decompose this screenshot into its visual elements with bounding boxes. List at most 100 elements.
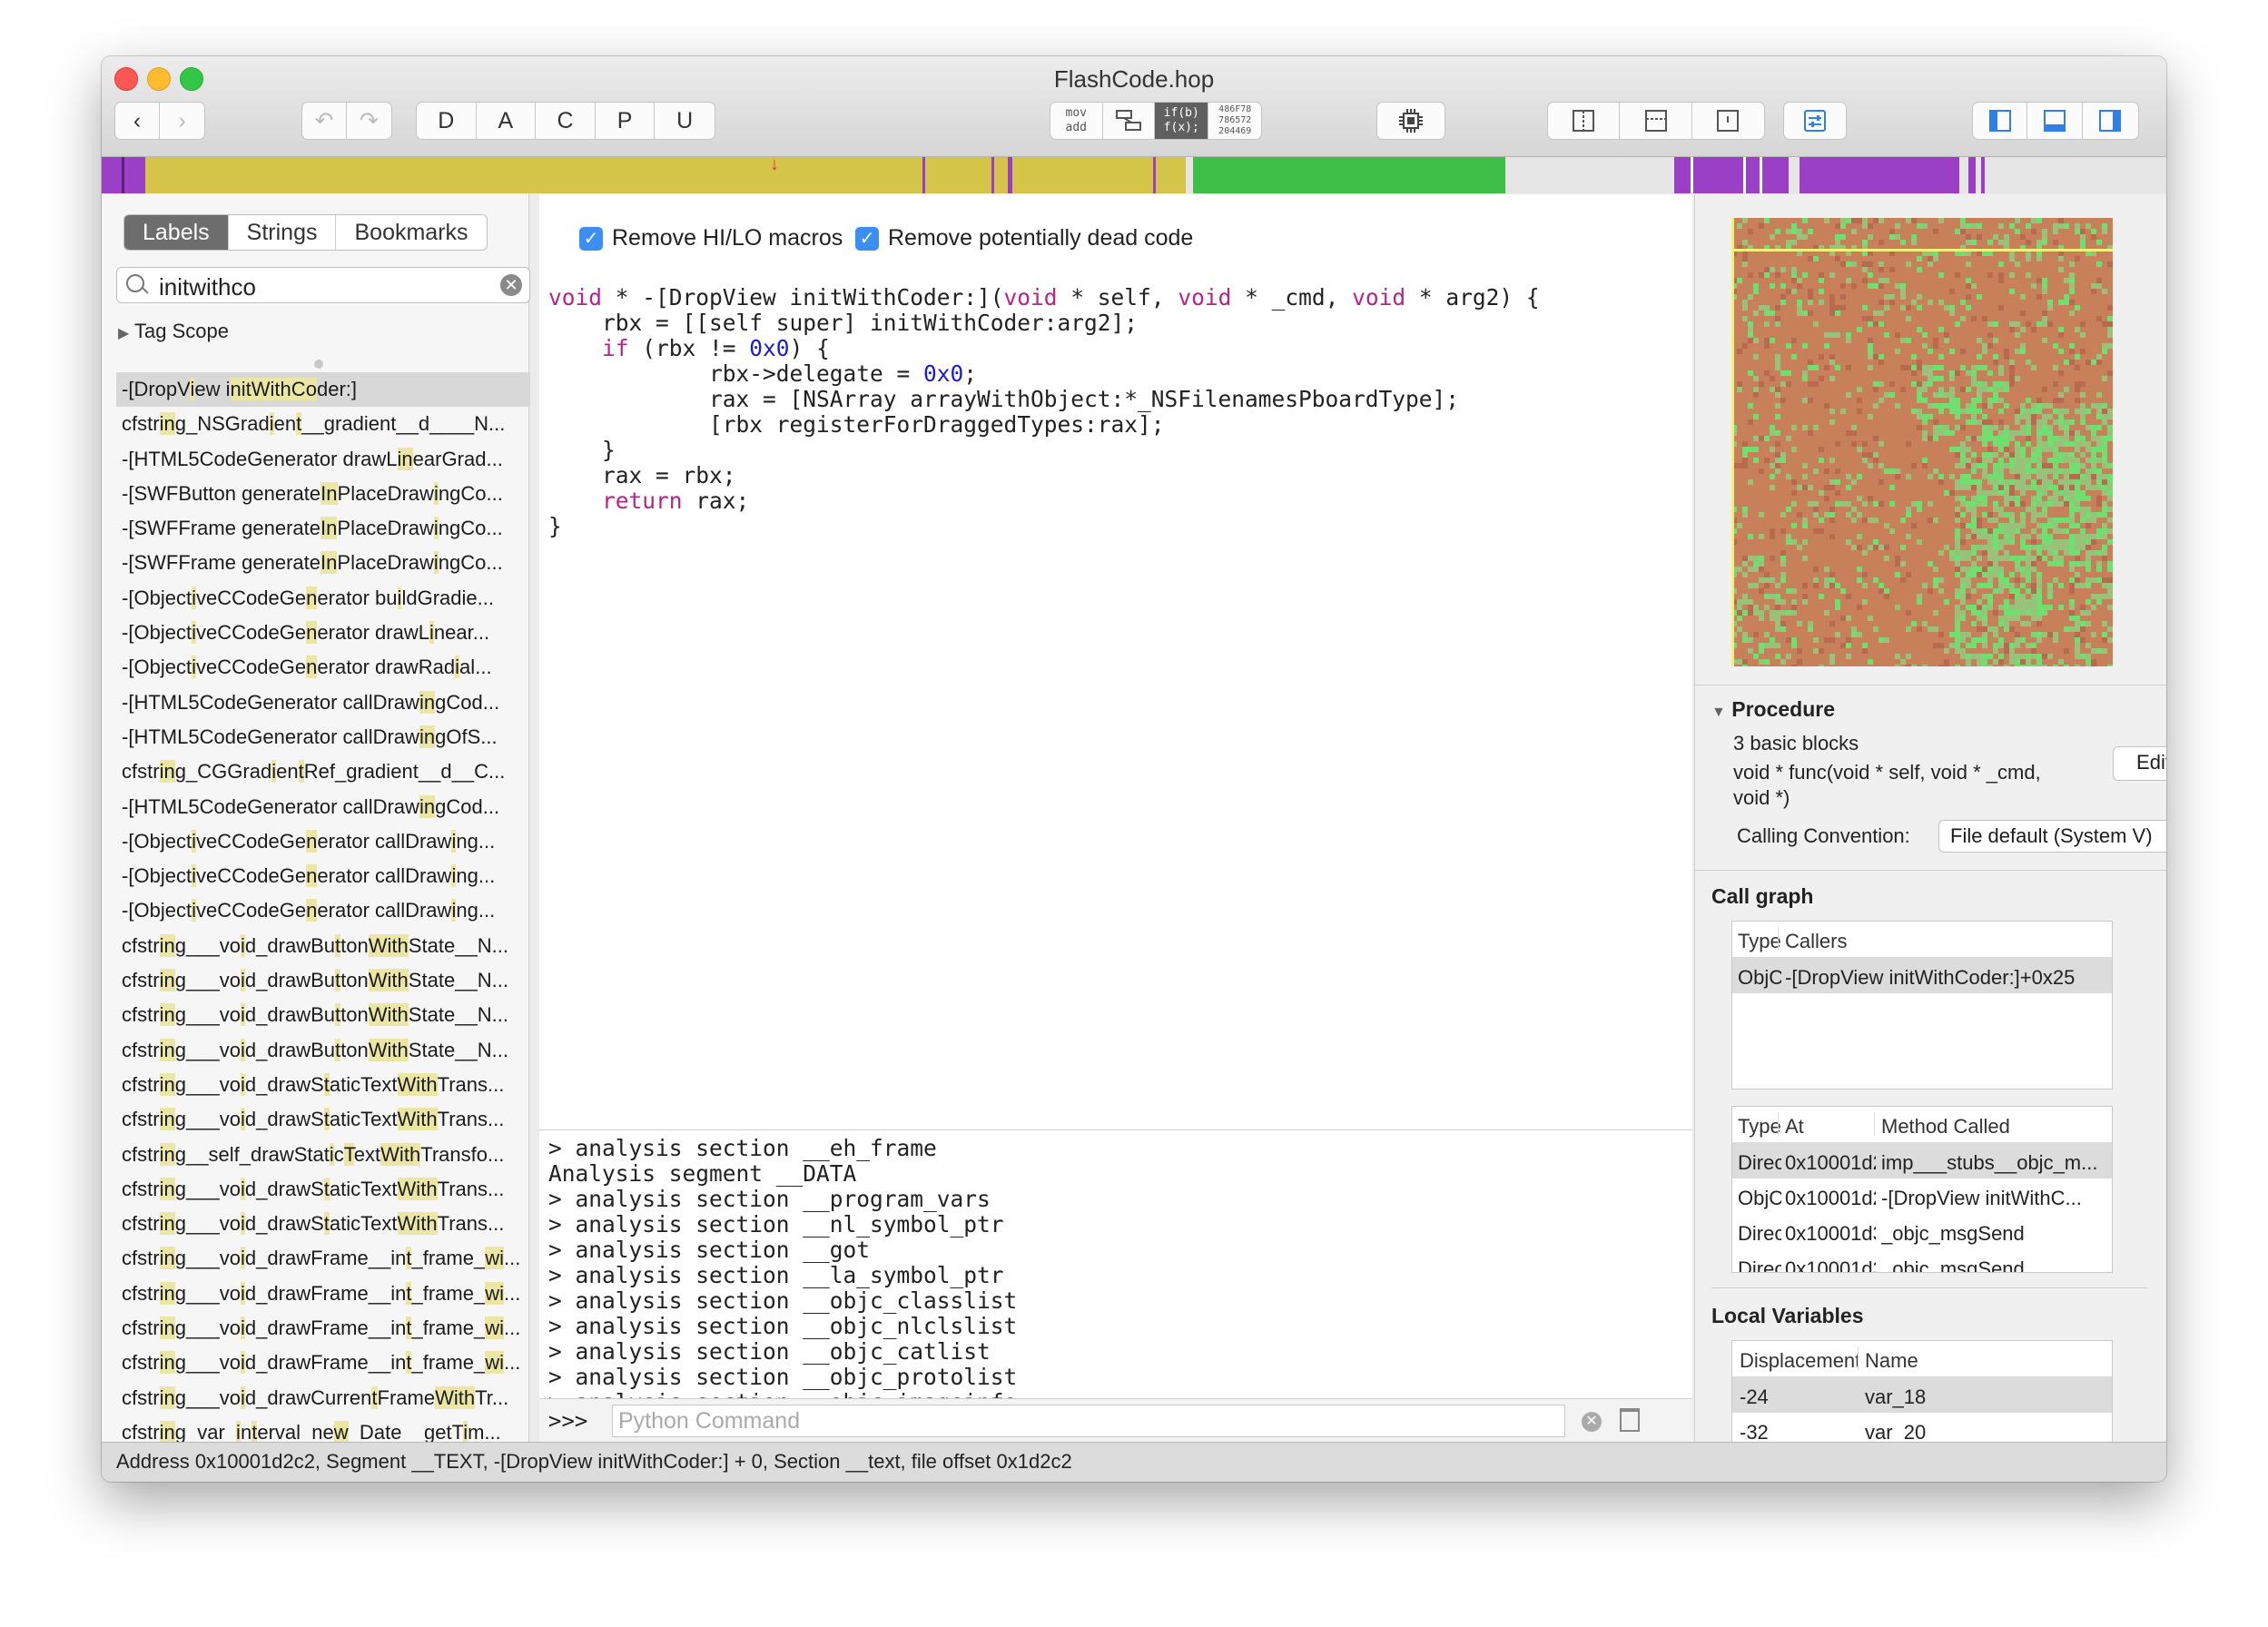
callees-table[interactable]: TypeAtMethod Called Direct0x10001d2e7imp_… <box>1731 1106 2113 1273</box>
label-list-item[interactable]: cfstring_CGGradientRef_gradient__d__C... <box>116 754 530 789</box>
calling-convention-select[interactable]: File default (System V) ▴▾ <box>1938 820 2166 853</box>
back-button[interactable]: ‹ <box>115 103 161 139</box>
table-row[interactable]: -24 var_18 <box>1732 1377 2112 1413</box>
label-list-item[interactable]: cfstring___void_drawButtonWithState__N..… <box>116 998 530 1032</box>
column-header[interactable]: Callers <box>1785 930 2103 953</box>
label-list-item[interactable]: cfstring___void_drawFrame__int_frame_wi.… <box>116 1346 530 1380</box>
label-list-item[interactable]: -[ObjectiveCCodeGenerator drawRadial... <box>116 650 530 685</box>
table-row[interactable]: -32 var_20 <box>1732 1413 2112 1442</box>
single-view-button[interactable] <box>1692 103 1764 139</box>
undo-button[interactable]: ↶ <box>302 103 348 139</box>
label-list-item[interactable]: cfstring___void_drawCurrentFrameWithTr..… <box>116 1381 530 1415</box>
nav-segment-external-4[interactable] <box>1968 157 1976 193</box>
edit-signature-button[interactable]: Edit <box>2113 746 2166 781</box>
column-header[interactable]: Type <box>1738 1115 1781 1139</box>
label-list-item[interactable]: -[SWFFrame generateInPlaceDrawingCo... <box>116 511 530 546</box>
clear-search-icon[interactable]: ✕ <box>500 274 522 296</box>
column-divider[interactable] <box>1858 1346 1859 1370</box>
table-row[interactable]: Direct0x10001d2e7imp___stubs__objc_m... <box>1732 1143 2112 1178</box>
label-list-item[interactable]: cfstring___void_drawButtonWithState__N..… <box>116 929 530 963</box>
table-row[interactable]: Direct0x10001d322_objc_msgSend <box>1732 1214 2112 1249</box>
debugger-button[interactable] <box>1376 102 1445 140</box>
minimap-cell <box>2031 447 2036 452</box>
label-list-item[interactable]: cfstring___void_drawStaticTextWithTrans.… <box>116 1102 530 1137</box>
trash-icon[interactable] <box>1620 1408 1640 1432</box>
remove-dead-code-checkbox[interactable]: ✓ Remove potentially dead code <box>855 225 1193 251</box>
label-list-item[interactable]: cfstring___void_drawButtonWithState__N..… <box>116 963 530 998</box>
label-list-item[interactable]: cfstring___void_drawFrame__int_frame_wi.… <box>116 1311 530 1346</box>
label-list-item[interactable]: -[HTML5CodeGenerator callDrawingCod... <box>116 685 530 720</box>
label-list-item[interactable]: cfstring___void_drawFrame__int_frame_wi.… <box>116 1277 530 1311</box>
label-list-item[interactable]: -[HTML5CodeGenerator callDrawingOfS... <box>116 720 530 754</box>
pseudocode-view-button[interactable]: if(b) f(x); <box>1155 103 1209 139</box>
label-list-item[interactable]: -[ObjectiveCCodeGenerator drawLinear... <box>116 616 530 650</box>
label-list-item[interactable]: cfstring___void_drawStaticTextWithTrans.… <box>116 1172 530 1207</box>
mode-p-button[interactable]: P <box>596 103 656 139</box>
mode-d-button[interactable]: D <box>417 103 477 139</box>
nav-segment-code[interactable] <box>145 157 1186 193</box>
tab-strings[interactable]: Strings <box>229 215 337 250</box>
mode-u-button[interactable]: U <box>655 103 715 139</box>
tag-scope-disclosure[interactable]: ▶ Tag Scope <box>118 320 229 343</box>
column-header[interactable]: Displacement <box>1740 1349 1858 1373</box>
assembly-view-button[interactable]: mov add <box>1050 103 1103 139</box>
nav-segment-external-3[interactable] <box>1800 157 1959 193</box>
label-list-item[interactable]: cfstring___void_drawStaticTextWithTrans.… <box>116 1068 530 1102</box>
toggle-left-panel-button[interactable] <box>1973 103 2028 139</box>
nav-segment-unexplored[interactable] <box>1505 157 1674 193</box>
column-divider[interactable] <box>1778 1112 1779 1136</box>
label-list-item[interactable]: cfstring_NSGradient__gradient__d____N... <box>116 407 530 441</box>
horizontal-split-button[interactable] <box>1620 103 1692 139</box>
label-list-item[interactable]: -[SWFFrame generateInPlaceDrawingCo... <box>116 546 530 580</box>
table-row[interactable]: ObjC -[DropView initWithCoder:]+0x25 <box>1732 958 2112 993</box>
inspector-toggle-button[interactable] <box>1783 102 1847 140</box>
hex-view-button[interactable]: 486F78 786572 204469 <box>1208 103 1261 139</box>
column-header[interactable]: Type <box>1738 930 1781 953</box>
clear-command-icon[interactable]: ✕ <box>1582 1412 1602 1432</box>
column-header[interactable]: Method Called <box>1881 1115 2108 1139</box>
label-list-item[interactable]: cfstring___void_drawButtonWithState__N..… <box>116 1033 530 1068</box>
console-output[interactable]: > analysis section __eh_frame Analysis se… <box>539 1129 1692 1399</box>
search-input[interactable]: initwithco <box>159 273 256 301</box>
local-variables-table[interactable]: Displacement Name -24 var_18 -32 var_20 <box>1731 1340 2113 1442</box>
label-list-item[interactable]: -[SWFButton generateInPlaceDrawingCo... <box>116 477 530 511</box>
label-list-item[interactable]: -[HTML5CodeGenerator drawLinearGrad... <box>116 442 530 477</box>
column-divider[interactable] <box>1778 927 1779 951</box>
procedure-minimap[interactable] <box>1731 218 2113 666</box>
table-row[interactable]: ObjC0x10001d2e7-[DropView initWithC... <box>1732 1178 2112 1214</box>
table-row[interactable]: Direct0x10001d332_objc_msgSend <box>1732 1249 2112 1272</box>
label-list-item[interactable]: -[DropView initWithCoder:] <box>116 372 530 408</box>
remove-hilo-checkbox[interactable]: ✓ Remove HI/LO macros <box>579 225 843 251</box>
split-handle-icon[interactable] <box>314 360 323 369</box>
label-list-item[interactable]: cfstring___void_drawStaticTextWithTrans.… <box>116 1207 530 1241</box>
label-list-item[interactable]: -[ObjectiveCCodeGenerator callDrawing... <box>116 824 530 859</box>
label-list-item[interactable]: cfstring___void_drawFrame__int_frame_wi.… <box>116 1241 530 1276</box>
nav-segment-data[interactable] <box>1193 157 1505 193</box>
column-divider[interactable] <box>1874 1112 1875 1136</box>
label-list-item[interactable]: -[HTML5CodeGenerator callDrawingCod... <box>116 790 530 824</box>
cfg-view-button[interactable] <box>1103 103 1155 139</box>
decompiled-code[interactable]: void * -[DropView initWithCoder:](void *… <box>548 285 1540 539</box>
minimap-cell <box>2020 594 2026 599</box>
python-command-input[interactable]: Python Command <box>612 1405 1565 1437</box>
column-header[interactable]: Name <box>1865 1349 2046 1373</box>
tab-bookmarks[interactable]: Bookmarks <box>336 215 486 250</box>
vertical-split-button[interactable] <box>1548 103 1621 139</box>
label-list-item[interactable]: -[ObjectiveCCodeGenerator buildGradie... <box>116 581 530 616</box>
navigation-bar[interactable]: ↓ <box>102 155 2166 193</box>
forward-button[interactable]: › <box>160 103 204 139</box>
toggle-bottom-panel-button[interactable] <box>2027 103 2083 139</box>
tab-labels[interactable]: Labels <box>124 215 229 250</box>
toggle-right-panel-button[interactable] <box>2083 103 2138 139</box>
callers-table[interactable]: Type Callers ObjC -[DropView initWithCoder:… <box>1731 921 2113 1090</box>
nav-segment-external-5[interactable] <box>1981 157 1985 193</box>
label-list-item[interactable]: cfstring__self_drawStaticTextWithTransfo… <box>116 1138 530 1172</box>
label-list-item[interactable]: -[ObjectiveCCodeGenerator callDrawing... <box>116 859 530 893</box>
label-list-item[interactable]: -[ObjectiveCCodeGenerator callDrawing... <box>116 893 530 928</box>
label-search-field[interactable]: initwithco ✕ <box>116 267 530 303</box>
procedure-section-header[interactable]: ▼ Procedure <box>1711 697 1835 722</box>
mode-a-button[interactable]: A <box>477 103 537 139</box>
column-header[interactable]: At <box>1785 1115 1876 1139</box>
redo-button[interactable]: ↷ <box>347 103 391 139</box>
mode-c-button[interactable]: C <box>536 103 596 139</box>
